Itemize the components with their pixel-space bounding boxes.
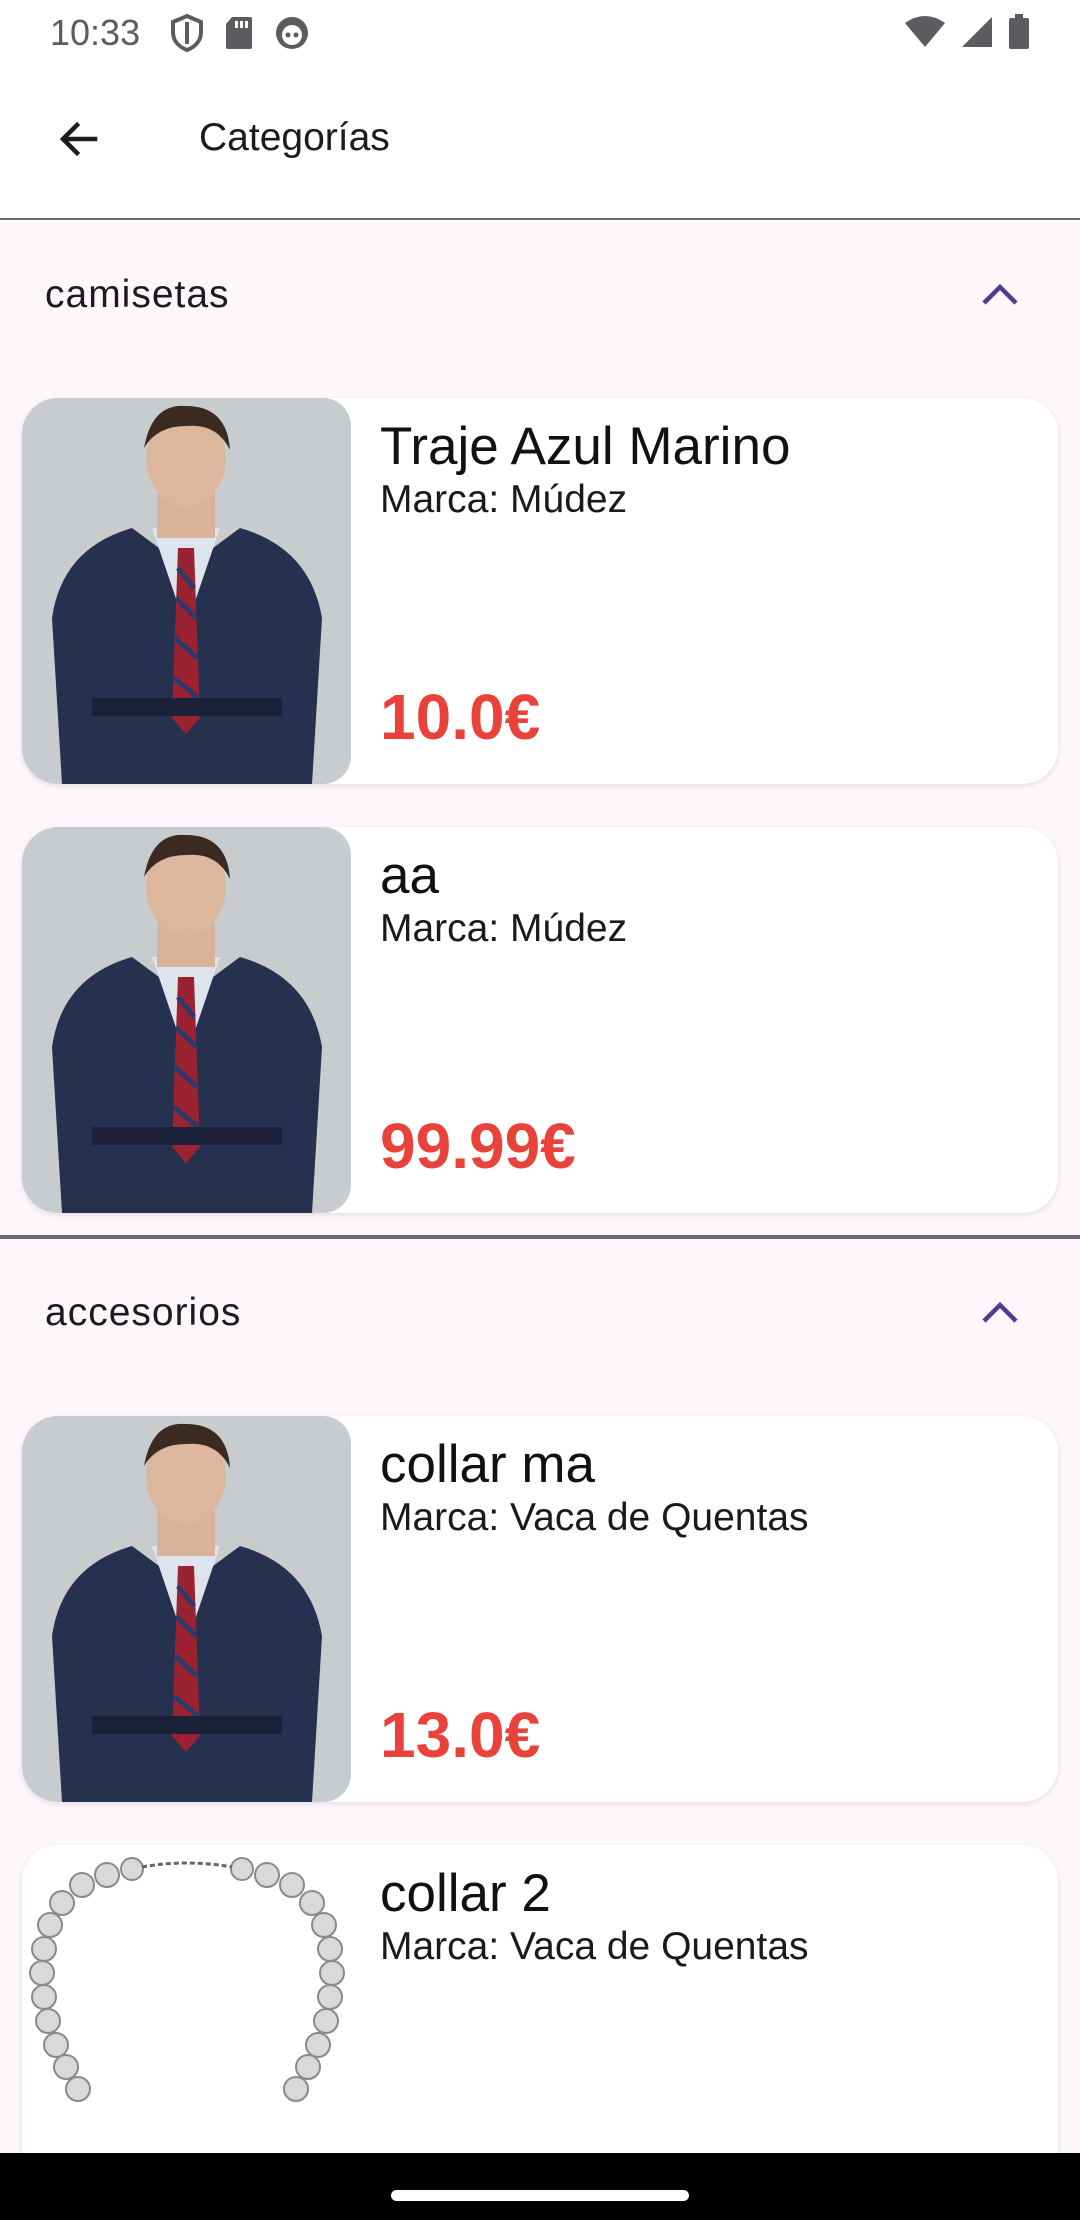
chevron-up-icon: [980, 281, 1020, 312]
product-name: aa: [380, 846, 439, 905]
status-time: 10:33: [50, 12, 141, 53]
product-image: [22, 398, 351, 784]
category-header-camisetas[interactable]: camisetas: [0, 223, 1080, 373]
product-image: [22, 827, 351, 1213]
android-head-icon: [274, 15, 310, 56]
product-card[interactable]: Traje Azul Marino Marca: Múdez 10.0€: [22, 398, 1058, 784]
app-bar: Categorías: [0, 66, 1080, 220]
product-price: 10.0€: [380, 681, 541, 753]
category-title: accesorios: [45, 1291, 242, 1334]
back-button[interactable]: [44, 106, 114, 176]
product-brand: Marca: Vaca de Quentas: [380, 1496, 809, 1539]
product-card[interactable]: aa Marca: Múdez 99.99€: [22, 827, 1058, 1213]
product-image: [22, 1416, 351, 1802]
status-icons-right: [904, 14, 1030, 55]
product-name: Traje Azul Marino: [380, 417, 791, 476]
chevron-up-icon: [980, 1299, 1020, 1330]
product-brand: Marca: Vaca de Quentas: [380, 1925, 809, 1968]
product-price: 99.99€: [380, 1110, 576, 1182]
wifi-icon: [904, 15, 946, 54]
product-name: collar 2: [380, 1864, 551, 1923]
page-title: Categorías: [199, 116, 390, 159]
battery-icon: [1008, 14, 1030, 55]
navigation-bar: [0, 2153, 1080, 2220]
product-price: 13.0€: [380, 1699, 541, 1771]
sd-card-icon: [224, 15, 254, 56]
product-name: collar ma: [380, 1435, 596, 1494]
shield-icon: [170, 13, 204, 57]
collapse-toggle[interactable]: [960, 1279, 1040, 1349]
product-card[interactable]: collar ma Marca: Vaca de Quentas 13.0€: [22, 1416, 1058, 1802]
product-brand: Marca: Múdez: [380, 478, 628, 521]
arrow-left-icon: [55, 115, 103, 168]
status-icons-left: [170, 13, 310, 57]
category-title: camisetas: [45, 273, 230, 316]
product-brand: Marca: Múdez: [380, 907, 628, 950]
category-divider: [0, 1235, 1080, 1239]
signal-icon: [960, 15, 994, 54]
status-bar: 10:33: [0, 0, 1080, 66]
home-gesture-handle[interactable]: [391, 2190, 689, 2201]
screen: 10:33 Categorías camisetas Traje Azul Ma…: [0, 0, 1080, 2220]
collapse-toggle[interactable]: [960, 261, 1040, 331]
category-header-accesorios[interactable]: accesorios: [0, 1241, 1080, 1391]
